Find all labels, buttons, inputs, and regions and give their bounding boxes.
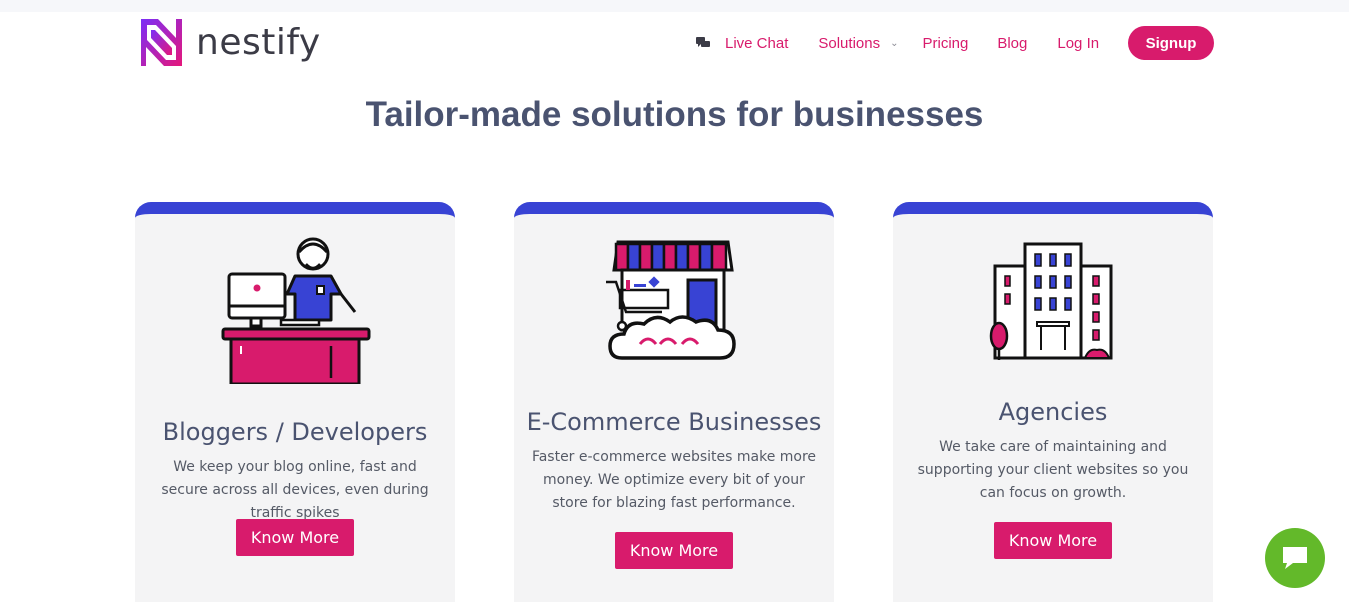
know-more-button[interactable]: Know More xyxy=(994,522,1112,559)
nav-live-chat[interactable]: Live Chat xyxy=(696,35,788,52)
nav-login[interactable]: Log In xyxy=(1057,35,1099,52)
card-ecommerce: E-Commerce Businesses Faster e-commerce … xyxy=(514,202,834,602)
nav-solutions[interactable]: Solutions ⌄ xyxy=(818,35,898,52)
nav-pricing[interactable]: Pricing xyxy=(922,35,968,52)
top-strip xyxy=(0,0,1349,12)
nestify-logo-icon xyxy=(141,19,182,66)
card-description: We take care of maintaining and supporti… xyxy=(917,439,1189,501)
nav-blog[interactable]: Blog xyxy=(997,35,1027,52)
office-building-icon xyxy=(989,242,1113,360)
card-bloggers: Bloggers / Developers We keep your blog … xyxy=(135,202,455,602)
card-title: E-Commerce Businesses xyxy=(526,408,822,436)
signup-button[interactable]: Signup xyxy=(1128,26,1214,60)
live-chat-widget[interactable] xyxy=(1265,528,1325,588)
card-title: Agencies xyxy=(998,398,1108,426)
chevron-down-icon: ⌄ xyxy=(890,37,899,49)
main-nav: Live Chat Solutions ⌄ Pricing Blog Log I… xyxy=(696,26,1099,60)
storefront-cart-icon xyxy=(606,240,736,360)
nav-live-chat-label: Live Chat xyxy=(725,34,789,52)
card-description: Faster e-commerce websites make more mon… xyxy=(531,449,817,511)
page-headline: Tailor-made solutions for businesses xyxy=(365,95,984,134)
chat-icon xyxy=(696,37,710,47)
nav-solutions-label: Solutions xyxy=(818,34,881,52)
know-more-button[interactable]: Know More xyxy=(615,532,733,569)
card-agencies: Agencies We take care of maintaining and… xyxy=(893,202,1213,602)
chat-bubble-icon xyxy=(1283,547,1307,569)
card-description: We keep your blog online, fast and secur… xyxy=(161,459,429,521)
brand-logo[interactable]: nestify xyxy=(138,16,321,69)
developer-at-desk-icon xyxy=(221,237,371,384)
brand-name: nestify xyxy=(196,21,321,63)
know-more-button[interactable]: Know More xyxy=(236,519,354,556)
card-title: Bloggers / Developers xyxy=(162,418,428,446)
